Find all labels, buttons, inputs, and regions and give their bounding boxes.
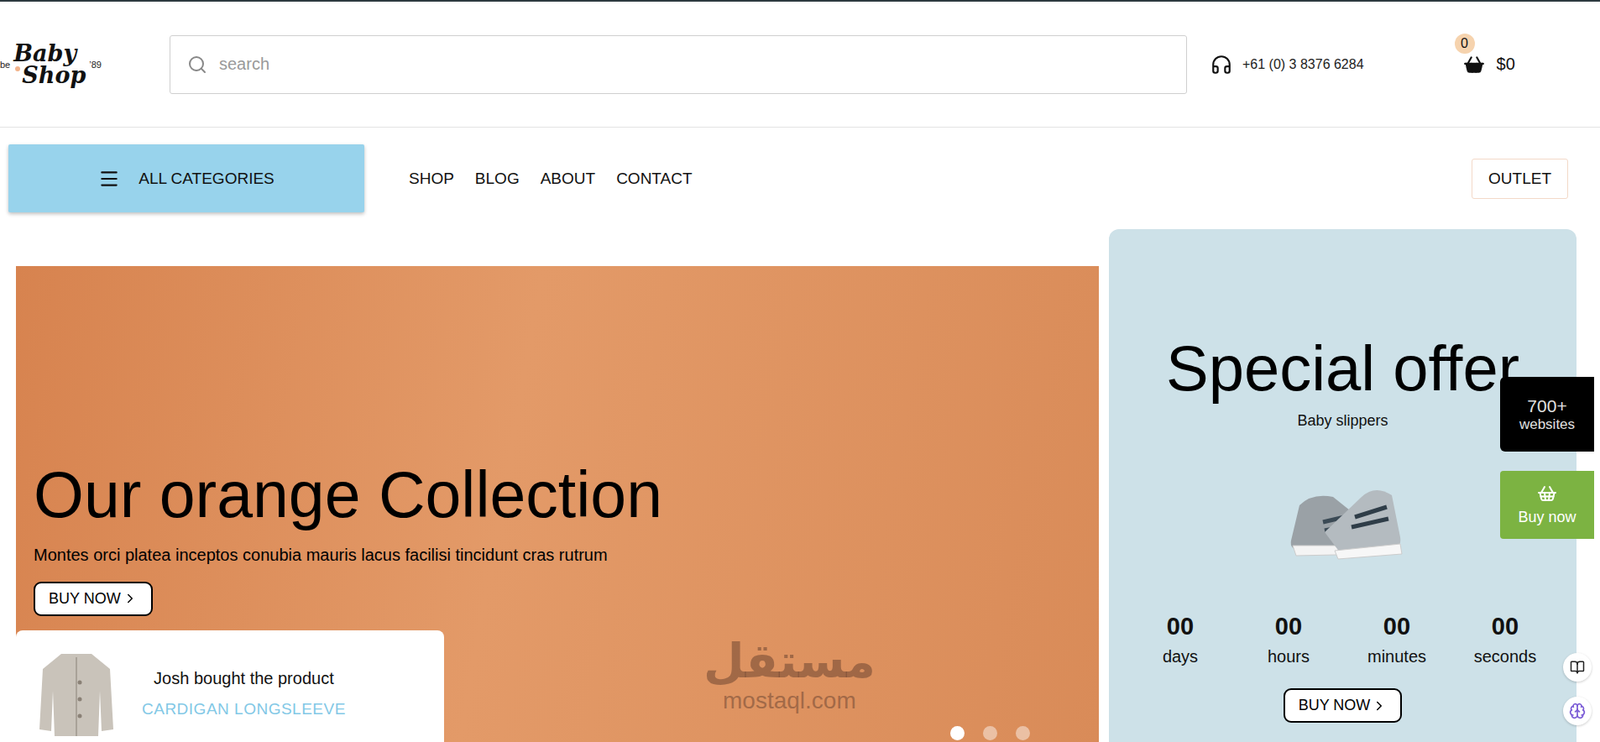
- menu-icon: [98, 167, 121, 190]
- phone-number: +61 (0) 3 8376 6284: [1242, 57, 1365, 73]
- watermark-arabic: مستقل: [703, 635, 876, 688]
- categories-button[interactable]: ALL CATEGORIES: [8, 144, 365, 213]
- countdown-unit: hours: [1267, 647, 1310, 667]
- ai-button[interactable]: [1563, 696, 1592, 726]
- page: beBabyShop’89+61 (0) 3 8376 62840$0ALL C…: [0, 0, 1600, 742]
- slider-dot[interactable]: [983, 726, 998, 741]
- offer-title: Special offer: [1166, 336, 1520, 401]
- countdown-value: 00: [1166, 612, 1194, 641]
- logo-line: Baby: [13, 42, 86, 65]
- search-icon: [187, 54, 208, 75]
- websites-widget[interactable]: 700+websites: [1500, 376, 1595, 452]
- basket-icon: [1463, 53, 1485, 76]
- purchase-notification: Josh bought the product CARDIGAN LONGSLEE…: [15, 630, 445, 742]
- nav-links: SHOP BLOG ABOUT CONTACT: [408, 169, 693, 189]
- categories-label: ALL CATEGORIES: [138, 169, 275, 189]
- logo-mark: BabyShop: [13, 42, 86, 86]
- hero-buy-button[interactable]: BUY NOW: [33, 581, 153, 617]
- countdown-value: 00: [1275, 612, 1302, 641]
- hero-title: Our orange Collection: [33, 459, 663, 531]
- hero-banner: Our orange Collection Montes orci platea …: [15, 266, 1099, 742]
- logo-line: Shop: [13, 64, 86, 87]
- phone: +61 (0) 3 8376 6284: [1210, 53, 1365, 76]
- search-input[interactable]: [217, 53, 1170, 75]
- slider-dots: [950, 726, 1031, 741]
- outlet-button[interactable]: OUTLET: [1471, 158, 1569, 199]
- headphones-icon: [1210, 53, 1233, 76]
- cardigan-image: [36, 648, 117, 742]
- header: beBabyShop’89+61 (0) 3 8376 62840$0: [0, 1, 1600, 128]
- countdown-unit: minutes: [1367, 647, 1427, 667]
- countdown-cell: 00 minutes: [1343, 612, 1452, 667]
- nav-link[interactable]: BLOG: [475, 169, 520, 189]
- countdown-cell: 00 days: [1126, 612, 1235, 667]
- cart-total: $0: [1496, 54, 1516, 74]
- watermark-latin: mostaql.com: [722, 687, 857, 715]
- countdown-unit: days: [1162, 647, 1198, 667]
- cart[interactable]: 0$0: [1463, 53, 1516, 76]
- countdown-value: 00: [1383, 612, 1411, 641]
- logo-prefix: be: [0, 59, 11, 70]
- notification-line: Josh bought the product: [153, 669, 335, 689]
- brain-icon: [1568, 702, 1586, 720]
- countdown-cell: 00 hours: [1234, 612, 1344, 667]
- offer-subtitle: Baby slippers: [1296, 412, 1388, 430]
- chevron-icon: [122, 590, 138, 607]
- offer-buy-button[interactable]: BUY NOW: [1283, 688, 1403, 723]
- slippers-image: [1274, 463, 1412, 573]
- nav-link[interactable]: SHOP: [408, 169, 455, 189]
- nav-link[interactable]: ABOUT: [540, 169, 596, 189]
- notification-text: Josh bought the product CARDIGAN LONGSLEE…: [141, 648, 346, 742]
- countdown: 00 days 00 hours 00 minutes 00 seconds: [1126, 612, 1560, 667]
- logo-dot: [15, 66, 21, 72]
- websites-label: websites: [1519, 416, 1575, 434]
- reader-button[interactable]: [1563, 653, 1592, 682]
- countdown-unit: seconds: [1474, 647, 1538, 667]
- slider-dot[interactable]: [950, 726, 965, 741]
- slider-dot[interactable]: [1015, 726, 1031, 741]
- book-icon: [1569, 659, 1585, 675]
- logo[interactable]: beBabyShop’89: [0, 42, 108, 86]
- main: Our orange Collection Montes orci platea …: [0, 229, 1600, 742]
- logo-suffix: ’89: [88, 59, 102, 70]
- countdown-value: 00: [1491, 612, 1519, 641]
- notification-product[interactable]: CARDIGAN LONGSLEEVE: [141, 700, 346, 719]
- countdown-cell: 00 seconds: [1451, 612, 1560, 667]
- chevron-icon: [1371, 698, 1387, 714]
- buy-now-widget[interactable]: Buy now: [1500, 470, 1595, 539]
- websites-count: 700+: [1526, 396, 1567, 417]
- nav-row: ALL CATEGORIES SHOP BLOG ABOUT CONTACT OUTLET: [0, 127, 1600, 214]
- cart-badge: 0: [1454, 33, 1475, 54]
- hero-subtitle: Montes orci platea inceptos conubia maur…: [33, 545, 608, 565]
- nav-link[interactable]: CONTACT: [616, 169, 692, 189]
- basket-icon: [1537, 483, 1558, 504]
- watermark: مستقلmostaql.com: [703, 635, 876, 715]
- search-box[interactable]: [169, 35, 1187, 95]
